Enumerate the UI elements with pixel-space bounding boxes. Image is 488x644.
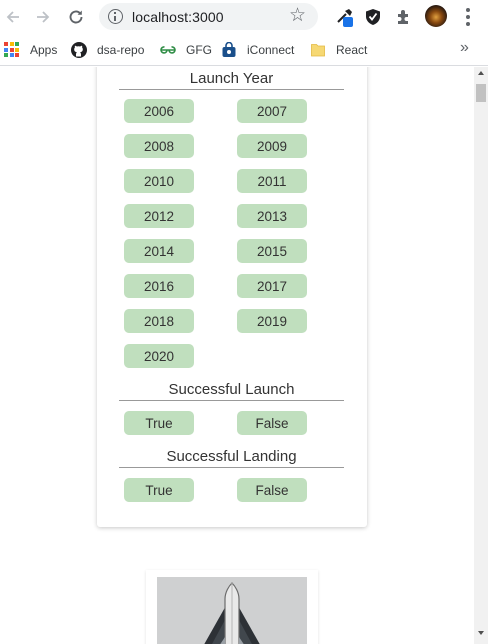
bookmarks-bar: Apps dsa-repo GFG iConnect React » [0,34,488,66]
reload-icon [69,10,83,24]
launch-year-title: Launch Year [119,70,344,90]
launch-card[interactable] [146,570,318,644]
bookmark-react[interactable]: React [310,41,367,59]
extension-shield[interactable] [361,5,385,29]
year-button-2018[interactable]: 2018 [124,309,194,333]
menu-icon[interactable] [462,7,474,27]
year-button-2015[interactable]: 2015 [237,239,307,263]
forward-button[interactable] [31,5,55,29]
folder-icon [310,42,326,58]
url-text[interactable]: localhost:3000 [132,9,224,25]
gfg-icon [160,42,176,58]
year-button-2019[interactable]: 2019 [237,309,307,333]
profile-avatar[interactable] [425,5,447,27]
landing-false-button[interactable]: False [237,478,307,502]
scroll-down-arrow-icon[interactable] [478,631,484,635]
eyedropper-icon [337,9,353,27]
address-bar[interactable]: localhost:3000 ☆ [99,3,318,30]
arrow-left-icon [6,11,19,23]
extensions-button[interactable] [392,5,416,29]
scroll-thumb[interactable] [476,84,486,102]
github-icon [71,42,87,58]
successful-landing-title: Successful Landing [119,448,344,468]
year-button-2011[interactable]: 2011 [237,169,307,193]
bookmark-label: React [336,43,368,57]
scroll-up-arrow-icon[interactable] [478,71,484,75]
more-bookmarks-icon[interactable]: » [460,39,469,57]
reload-button[interactable] [64,5,88,29]
filters-card: Launch Year 2006 2007 2008 2009 2010 2011 2012… [97,67,367,527]
bookmark-dsa-repo[interactable]: dsa-repo [71,41,144,59]
year-button-2012[interactable]: 2012 [124,204,194,228]
page-scrollbar[interactable] [474,67,488,644]
year-button-2007[interactable]: 2007 [237,99,307,123]
successful-launch-title: Successful Launch [119,381,344,401]
lock-bag-icon [221,41,237,58]
bookmark-iconnect[interactable]: iConnect [221,41,294,59]
launch-false-button[interactable]: False [237,411,307,435]
year-button-2006[interactable]: 2006 [124,99,194,123]
shield-icon [366,9,380,25]
info-icon[interactable] [108,9,123,24]
landing-true-button[interactable]: True [124,478,194,502]
bookmark-label: GFG [186,43,212,57]
year-button-2009[interactable]: 2009 [237,134,307,158]
apps-grid-icon [4,42,20,58]
year-button-2008[interactable]: 2008 [124,134,194,158]
bookmark-label: Apps [30,43,58,57]
year-button-2013[interactable]: 2013 [237,204,307,228]
bookmark-apps[interactable]: Apps [4,41,57,59]
year-button-2016[interactable]: 2016 [124,274,194,298]
year-button-2017[interactable]: 2017 [237,274,307,298]
extension-eyedropper[interactable] [333,5,357,29]
page-content: Launch Year 2006 2007 2008 2009 2010 2011 2012… [0,67,474,644]
launch-true-button[interactable]: True [124,411,194,435]
star-icon[interactable]: ☆ [289,6,306,26]
bookmark-gfg[interactable]: GFG [160,41,212,59]
year-button-2020[interactable]: 2020 [124,344,194,368]
back-button[interactable] [1,5,25,29]
arrow-right-icon [37,11,50,23]
mission-patch-image [157,577,307,644]
bookmark-label: iConnect [247,43,295,57]
puzzle-icon [398,10,408,24]
bookmark-label: dsa-repo [97,43,145,57]
browser-toolbar: localhost:3000 ☆ [0,0,488,34]
rocket-patch-icon [204,582,260,644]
year-button-2014[interactable]: 2014 [124,239,194,263]
year-button-2010[interactable]: 2010 [124,169,194,193]
